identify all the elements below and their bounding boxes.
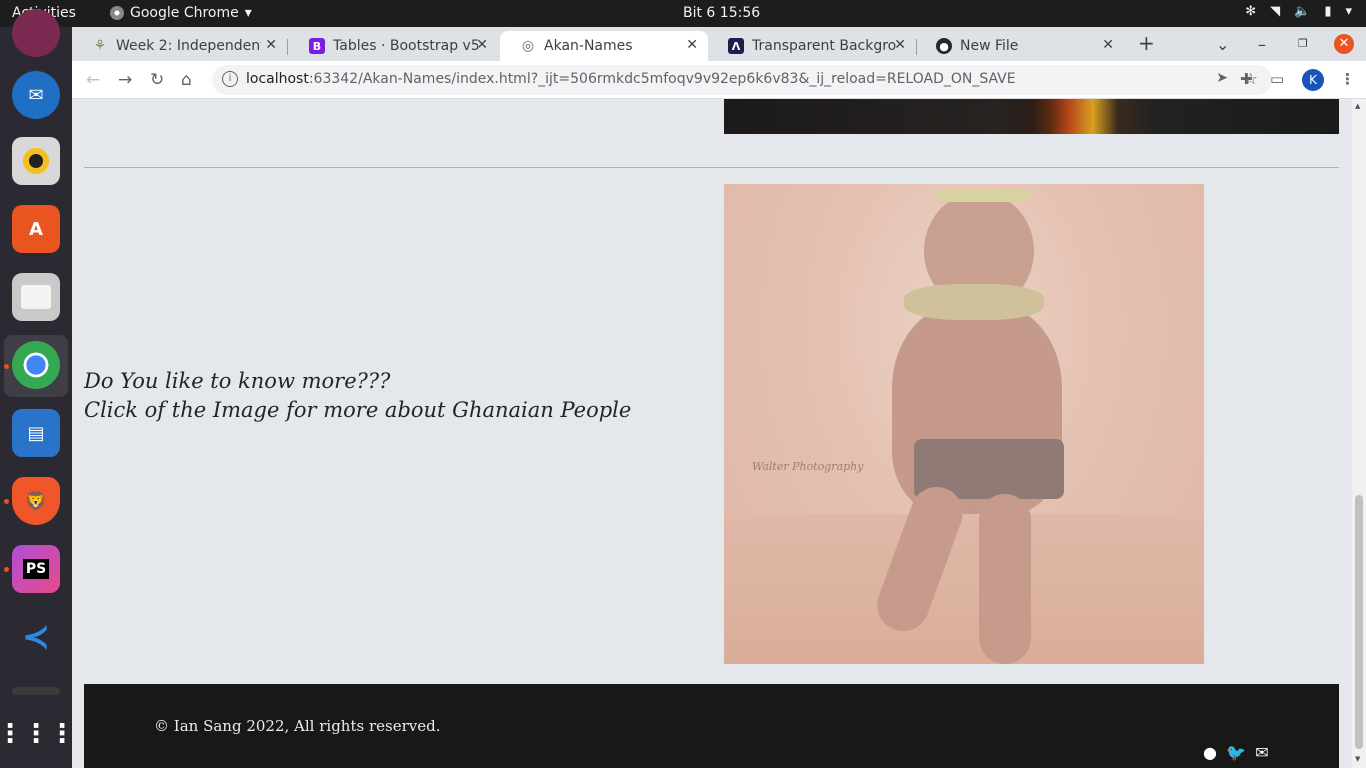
site-info-icon[interactable]: i	[222, 71, 238, 87]
chrome-dock-icon[interactable]	[12, 341, 60, 389]
new-tab-button[interactable]: +	[1138, 31, 1155, 55]
files-icon[interactable]	[12, 273, 60, 321]
tab-title: Transparent Backgro	[752, 38, 897, 54]
scroll-up-icon[interactable]: ▲	[1355, 102, 1360, 110]
url-text[interactable]: localhost:63342/Akan-Names/index.html?_i…	[246, 71, 1016, 87]
power-menu-icon[interactable]: ▾	[1345, 4, 1352, 19]
firefox-icon[interactable]	[12, 9, 60, 57]
software-center-icon[interactable]: A	[12, 205, 60, 253]
running-indicator	[4, 499, 9, 504]
minimize-button[interactable]: –	[1258, 35, 1266, 54]
learn-more-text: Do You like to know more??? Click of the…	[84, 367, 631, 425]
battery-icon[interactable]: ▮	[1324, 4, 1331, 19]
tab-new-file[interactable]: ● New File ✕	[916, 31, 1124, 61]
footer: © Ian Sang 2022, All rights reserved. ● …	[84, 684, 1339, 768]
running-indicator	[4, 567, 9, 572]
cta-line-2: Click of the Image for more about Ghanai…	[84, 398, 632, 422]
send-tab-icon[interactable]: ➤	[1216, 70, 1228, 86]
system-top-bar: Activities Google Chrome ▾ Bit 6 15:56 ✻…	[0, 0, 1366, 27]
back-button[interactable]: ←	[86, 70, 100, 90]
envelope-icon[interactable]: ✉	[1252, 742, 1272, 762]
photo-necklace	[904, 284, 1044, 320]
terminal-icon[interactable]	[12, 687, 60, 695]
forward-button[interactable]: →	[118, 70, 132, 90]
phpstorm-icon[interactable]: PS	[12, 545, 60, 593]
tab-strip: ⚘ Week 2: Independent ✕ B Tables · Boots…	[72, 27, 1366, 61]
avatar[interactable]: K	[1302, 69, 1324, 91]
clock[interactable]: Bit 6 15:56	[683, 5, 760, 21]
photo-ground	[724, 514, 1204, 664]
close-icon[interactable]: ✕	[476, 37, 488, 53]
close-icon[interactable]: ✕	[686, 37, 698, 53]
show-apps-icon[interactable]: ⋮⋮⋮	[0, 710, 75, 758]
maximize-button[interactable]: ❐	[1298, 37, 1308, 50]
thunderbird-icon[interactable]: ✉	[12, 71, 60, 119]
bootstrap-icon: B	[309, 38, 325, 54]
dock: ✉ A ▤ 🦁 PS ≺ ⋮⋮⋮	[0, 9, 75, 768]
tab-week2[interactable]: ⚘ Week 2: Independent ✕	[72, 31, 288, 61]
cta-line-1: Do You like to know more???	[84, 369, 391, 393]
tab-title: Week 2: Independent	[116, 38, 261, 54]
github-icon[interactable]: ●	[1200, 742, 1220, 762]
divider	[84, 167, 1339, 168]
browser-toolbar: ← → ↻ ⌂ i localhost:63342/Akan-Names/ind…	[72, 61, 1366, 99]
volume-icon[interactable]: 🔈	[1294, 4, 1310, 19]
close-icon[interactable]: ✕	[894, 37, 906, 53]
cast-icon[interactable]: ▭	[1270, 70, 1284, 88]
url-path: :63342/Akan-Names/index.html?_ijt=506rmk…	[308, 71, 1016, 87]
scrollbar-thumb[interactable]	[1355, 495, 1363, 749]
rhythmbox-icon[interactable]	[12, 137, 60, 185]
close-icon[interactable]: ✕	[265, 37, 277, 53]
page-viewport: Do You like to know more??? Click of the…	[72, 99, 1352, 768]
tab-separator	[287, 39, 288, 55]
close-window-button[interactable]: ✕	[1334, 34, 1354, 54]
address-bar[interactable]: i localhost:63342/Akan-Names/index.html?…	[212, 65, 1272, 95]
photo-headband	[934, 190, 1030, 202]
lambda-icon: Λ	[728, 38, 744, 54]
chevron-down-icon: ▾	[244, 5, 252, 21]
previous-section-image	[724, 99, 1339, 134]
system-tray[interactable]: ✻ ◥ 🔈 ▮ ▾	[1245, 4, 1352, 19]
tab-title: Akan-Names	[544, 38, 633, 54]
libreoffice-writer-icon[interactable]: ▤	[12, 409, 60, 457]
social-links: ● 🐦 ✉	[1200, 742, 1272, 762]
vscode-icon[interactable]: ≺	[12, 613, 60, 661]
tab-search-icon[interactable]: ⌄	[1216, 35, 1229, 54]
twitter-icon[interactable]: 🐦	[1226, 742, 1246, 762]
github-icon: ●	[936, 38, 952, 54]
ghanaian-child-photo-link[interactable]: Walter Photography	[724, 184, 1204, 664]
globe-icon: ◎	[521, 38, 535, 54]
tab-akan-names[interactable]: ◎ Akan-Names ✕	[500, 31, 708, 61]
running-indicator	[4, 364, 9, 369]
scroll-down-icon[interactable]: ▼	[1355, 755, 1360, 763]
close-icon[interactable]: ✕	[1102, 37, 1114, 53]
brave-icon[interactable]: 🦁	[12, 477, 60, 525]
leaf-icon: ⚘	[93, 38, 107, 54]
tab-title: New File	[960, 38, 1019, 54]
photo-watermark: Walter Photography	[752, 460, 864, 473]
dropbox-icon[interactable]: ✻	[1245, 4, 1256, 19]
tab-title: Tables · Bootstrap v5	[333, 38, 478, 54]
tab-transparent-background[interactable]: Λ Transparent Backgro ✕	[708, 31, 917, 61]
vertical-scrollbar[interactable]: ▲ ▼	[1352, 99, 1366, 768]
extensions-icon[interactable]: ✚	[1240, 70, 1253, 88]
home-button[interactable]: ⌂	[181, 70, 192, 90]
wifi-icon[interactable]: ◥	[1270, 4, 1280, 19]
photo-leg-right	[979, 494, 1031, 664]
tab-bootstrap[interactable]: B Tables · Bootstrap v5 ✕	[289, 31, 498, 61]
footer-copyright: © Ian Sang 2022, All rights reserved.	[154, 717, 441, 735]
app-menu[interactable]: Google Chrome ▾	[110, 5, 252, 21]
url-host: localhost	[246, 71, 309, 87]
menu-icon[interactable]: ⋮	[1340, 70, 1355, 88]
chrome-icon	[110, 6, 124, 20]
app-menu-label: Google Chrome	[130, 5, 239, 21]
reload-button[interactable]: ↻	[150, 70, 164, 90]
